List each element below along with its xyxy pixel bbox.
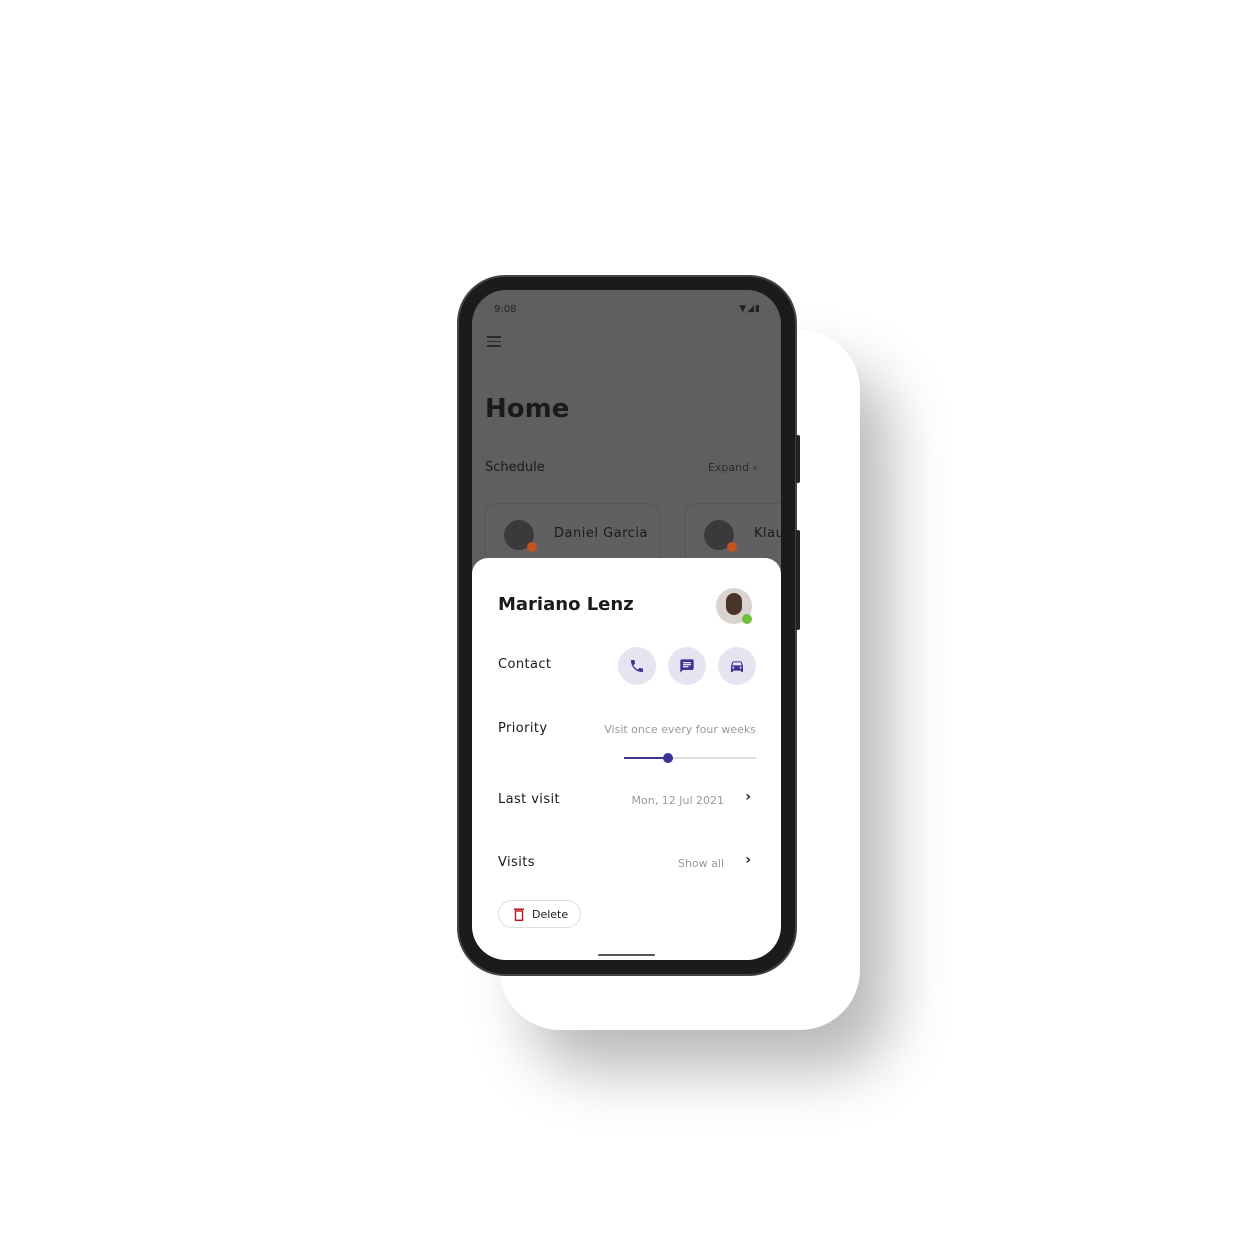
avatar	[504, 520, 537, 552]
chevron-right-icon[interactable]: ›	[745, 852, 751, 868]
card-name: Klaus	[754, 526, 781, 541]
contact-name: Mariano Lenz	[498, 594, 634, 615]
expand-label: Expand	[707, 461, 750, 474]
chevron-right-icon[interactable]: ›	[745, 789, 751, 805]
power-button	[796, 435, 800, 483]
status-dot	[527, 542, 537, 552]
last-visit-label: Last visit	[498, 792, 560, 807]
expand-link[interactable]: Expand ›	[708, 461, 757, 474]
battery-icon: ▮	[755, 304, 761, 314]
avatar	[716, 588, 752, 624]
show-all-link[interactable]: Show all	[678, 857, 724, 870]
slider-fill	[624, 757, 668, 759]
directions-button[interactable]	[718, 647, 756, 685]
message-icon	[680, 659, 694, 673]
car-icon	[731, 661, 743, 672]
phone-icon	[631, 660, 643, 672]
priority-value: Visit once every four weeks	[604, 723, 756, 736]
delete-label: Delete	[532, 907, 569, 921]
screen: 9:08 ▼◢▮ Home Schedule Expand › Daniel G…	[472, 290, 781, 960]
chevron-right-icon: ›	[752, 461, 757, 474]
delete-button[interactable]: Delete	[498, 900, 581, 928]
trash-icon	[514, 908, 524, 921]
status-dot	[727, 542, 737, 552]
bottom-sheet: Mariano Lenz Contact Priority Visit once…	[472, 558, 781, 960]
menu-icon[interactable]	[487, 336, 501, 350]
status-time: 9:08	[494, 304, 517, 315]
signal-icon: ◢	[747, 304, 756, 314]
volume-button	[796, 530, 800, 630]
last-visit-value[interactable]: Mon, 12 Jul 2021	[632, 794, 724, 807]
priority-label: Priority	[498, 721, 548, 736]
wifi-icon: ▼	[739, 304, 748, 314]
status-icons: ▼◢▮	[739, 304, 761, 314]
avatar	[704, 520, 737, 552]
message-button[interactable]	[668, 647, 706, 685]
card-name: Daniel Garcia	[554, 526, 648, 541]
visits-label: Visits	[498, 855, 535, 870]
slider-thumb[interactable]	[662, 753, 673, 763]
schedule-heading: Schedule	[485, 460, 545, 475]
gesture-handle	[598, 954, 655, 956]
page-title: Home	[485, 394, 570, 424]
online-dot	[742, 614, 752, 624]
priority-slider[interactable]	[624, 753, 756, 763]
phone-button[interactable]	[618, 647, 656, 685]
contact-label: Contact	[498, 657, 552, 672]
